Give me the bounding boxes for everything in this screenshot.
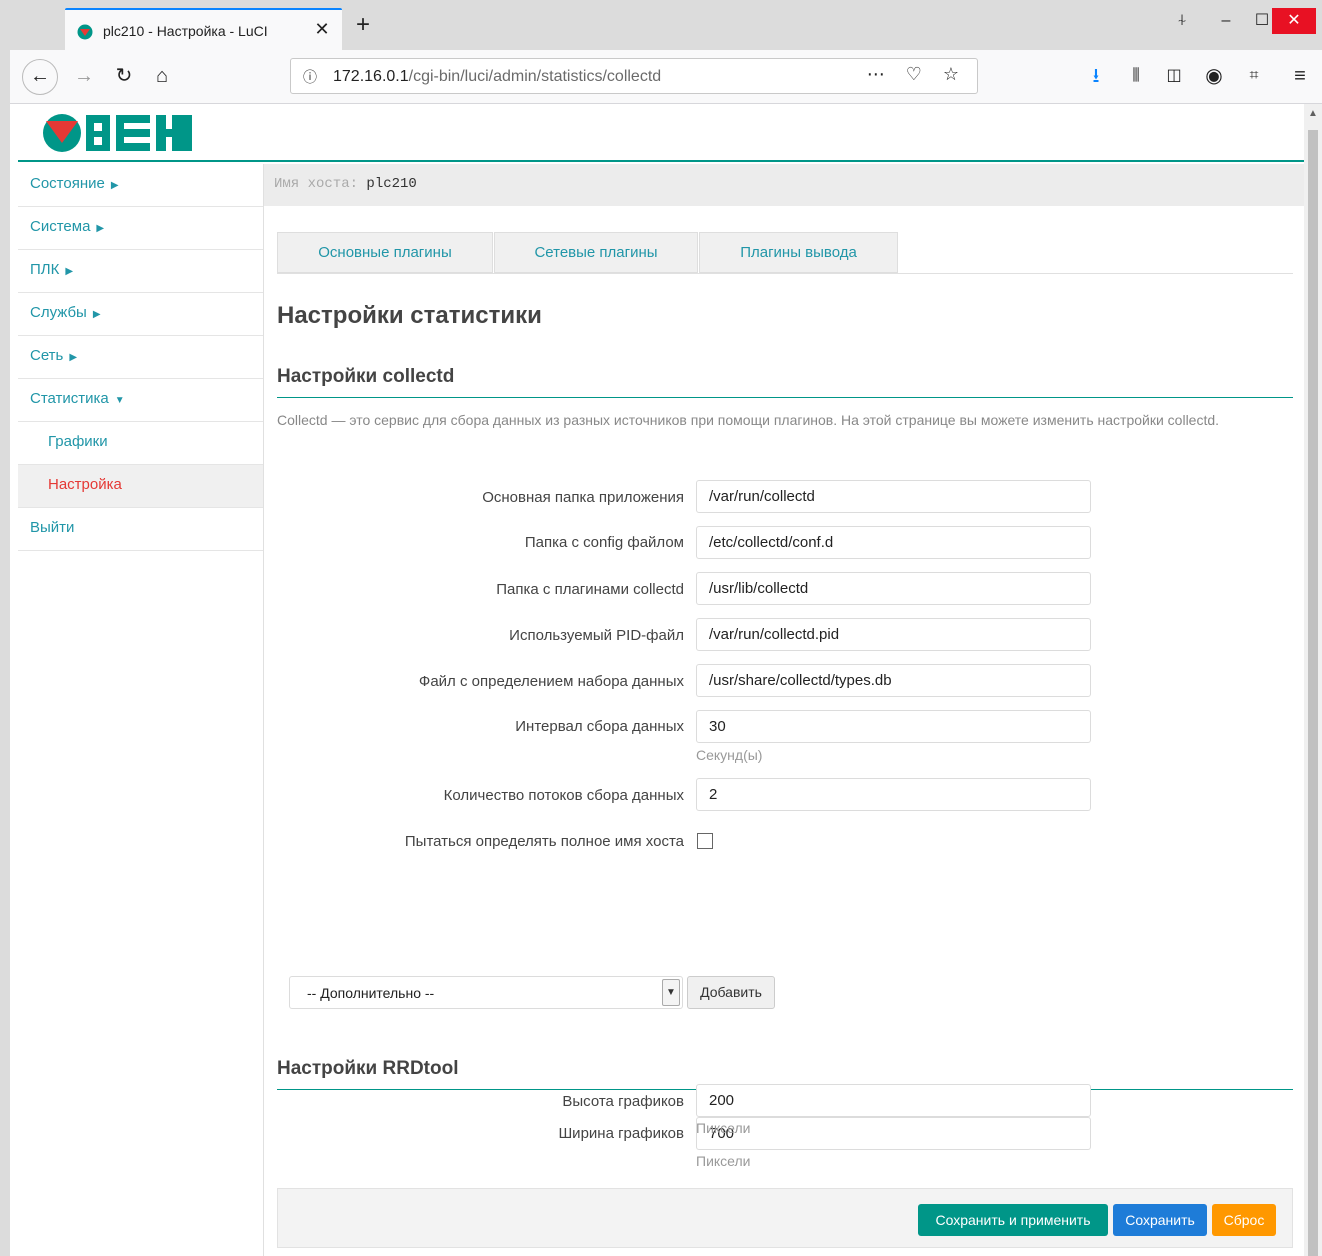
library-icon[interactable]: ⫼ (1122, 62, 1150, 90)
caret-down-icon: ▼ (114, 395, 125, 406)
sidebar-item-label: Графики (48, 433, 108, 450)
luci-page: Состояние ▶ Система ▶ ПЛК ▶ Службы ▶ Сеть ▶ С… (18, 104, 1304, 1256)
sidebar-item-services[interactable]: Службы ▶ (18, 293, 263, 336)
tab-network-plugins[interactable]: Сетевые плагины (494, 232, 698, 273)
window-border (0, 0, 10, 1256)
reader-icon[interactable]: ◫ (1160, 62, 1188, 90)
hostname-label: Имя хоста: (274, 176, 359, 192)
sidebar-item-statistics[interactable]: Статистика ▼ (18, 379, 263, 422)
tab-output-plugins[interactable]: Плагины вывода (699, 232, 898, 273)
tab-title: plc210 - Настройка - LuCI (103, 23, 268, 39)
url-host: 172.16.0.1 (333, 68, 409, 85)
sidebar-item-label: Сеть (30, 347, 64, 364)
sidebar-item-label: Выйти (30, 519, 75, 536)
additional-options-select[interactable]: -- Дополнительно -- ▼ (289, 976, 683, 1009)
title-bar: plc210 - Настройка - LuCI ✕ + ⍭ – ☐ ✕ (10, 0, 1322, 50)
info-icon[interactable]: ⓘ (303, 67, 317, 87)
caret-right-icon: ▶ (92, 309, 101, 320)
sidebar-item-plc[interactable]: ПЛК ▶ (18, 250, 263, 293)
sidebar-item-network[interactable]: Сеть ▶ (18, 336, 263, 379)
scroll-up-icon[interactable]: ▲ (1307, 108, 1319, 119)
field-label: Используемый PID-файл (509, 627, 684, 644)
field-label: Интервал сбора данных (515, 718, 684, 735)
sidebar-item-label: Статистика (30, 390, 109, 407)
caret-right-icon: ▶ (69, 352, 78, 363)
url-path: /cgi-bin/luci/admin/statistics/collectd (408, 68, 662, 85)
page-title: Настройки статистики (277, 302, 542, 329)
page-header (18, 104, 1304, 162)
sidebar-item-label: ПЛК (30, 261, 60, 278)
owen-logo[interactable] (42, 113, 194, 153)
page-scrollbar[interactable]: ▲ (1304, 104, 1322, 1256)
caret-right-icon: ▶ (65, 266, 74, 277)
menu-icon[interactable]: ≡ (1286, 62, 1314, 90)
types-db-input[interactable]: /usr/share/collectd/types.db (696, 664, 1091, 697)
tab-general-plugins[interactable]: Основные плагины (277, 232, 493, 273)
caret-right-icon: ▶ (96, 223, 105, 234)
select-value: -- Дополнительно -- (307, 985, 435, 1001)
interval-hint: Секунд(ы) (696, 747, 763, 763)
back-icon[interactable]: ← (22, 59, 58, 95)
hostname-bar: Имя хоста: plc210 (264, 164, 1304, 206)
sidebar-item-graphs[interactable]: Графики (18, 422, 263, 465)
plugin-dir-input[interactable]: /usr/lib/collectd (696, 572, 1091, 605)
sidebar-item-system[interactable]: Система ▶ (18, 207, 263, 250)
hostname-value: plc210 (366, 176, 417, 192)
collectd-description: Collectd — это сервис для сбора данных и… (277, 412, 1220, 428)
window-close-icon[interactable]: ✕ (1272, 8, 1316, 34)
field-label: Высота графиков (562, 1093, 684, 1110)
owen-favicon-icon (77, 24, 93, 40)
page-actions-icon[interactable]: ⋯ ♡ ☆ (867, 64, 967, 85)
sidebar-item-label: Система (30, 218, 91, 235)
browser-tab[interactable]: plc210 - Настройка - LuCI ✕ (65, 8, 342, 50)
graph-width-input[interactable]: 700 (696, 1117, 1091, 1150)
add-button[interactable]: Добавить (687, 976, 775, 1009)
plugin-tabs: Основные плагины Сетевые плагины Плагины… (277, 232, 1293, 274)
config-dir-input[interactable]: /etc/collectd/conf.d (696, 526, 1091, 559)
forward-icon[interactable]: → (70, 62, 98, 90)
sidebar-item-logout[interactable]: Выйти (18, 508, 263, 551)
base-dir-input[interactable]: /var/run/collectd (696, 480, 1091, 513)
reload-icon[interactable]: ↻ (110, 62, 138, 90)
sidebar-item-settings[interactable]: Настройка (18, 465, 263, 508)
sidebar-toggle-icon[interactable]: ⍭ (1160, 8, 1204, 34)
navigation-toolbar: ← → ↻ ⌂ ⓘ 172.16.0.1/cgi-bin/luci/admin/… (10, 50, 1322, 104)
url-text: 172.16.0.1/cgi-bin/luci/admin/statistics… (333, 68, 661, 86)
chevron-down-icon[interactable]: ▼ (662, 979, 680, 1006)
field-label: Папка с config файлом (524, 534, 684, 551)
sidebar-item-status[interactable]: Состояние ▶ (18, 164, 263, 207)
field-label: Ширина графиков (558, 1125, 684, 1142)
read-threads-input[interactable]: 2 (696, 778, 1091, 811)
sidebar-item-label: Состояние (30, 175, 105, 192)
close-tab-icon[interactable]: ✕ (312, 19, 332, 40)
field-label: Пытаться определять полное имя хоста (404, 833, 684, 850)
field-label: Количество потоков сбора данных (443, 787, 684, 804)
graph-height-input[interactable]: 200 (696, 1084, 1091, 1117)
fqdn-checkbox[interactable] (697, 833, 713, 849)
field-label: Папка с плагинами collectd (496, 581, 684, 598)
pid-file-input[interactable]: /var/run/collectd.pid (696, 618, 1091, 651)
field-label: Файл с определением набора данных (418, 673, 684, 690)
sidebar: Состояние ▶ Система ▶ ПЛК ▶ Службы ▶ Сеть ▶ С… (18, 164, 264, 1256)
collectd-section-title: Настройки collectd (277, 366, 1293, 398)
download-icon[interactable]: ⭳ (1082, 62, 1110, 90)
sidebar-item-label: Службы (30, 304, 87, 321)
home-icon[interactable]: ⌂ (148, 62, 176, 90)
new-tab-icon[interactable]: + (350, 13, 376, 37)
scroll-thumb[interactable] (1308, 130, 1318, 1256)
field-label: Основная папка приложения (482, 489, 684, 506)
screenshot-icon[interactable]: ⌗ (1240, 62, 1268, 90)
width-hint: Пиксели (696, 1153, 751, 1169)
url-bar[interactable]: ⓘ 172.16.0.1/cgi-bin/luci/admin/statisti… (290, 58, 978, 94)
caret-right-icon: ▶ (110, 180, 119, 191)
interval-input[interactable]: 30 (696, 710, 1091, 743)
sidebar-item-label: Настройка (48, 476, 122, 493)
account-icon[interactable]: ◉ (1200, 62, 1228, 90)
